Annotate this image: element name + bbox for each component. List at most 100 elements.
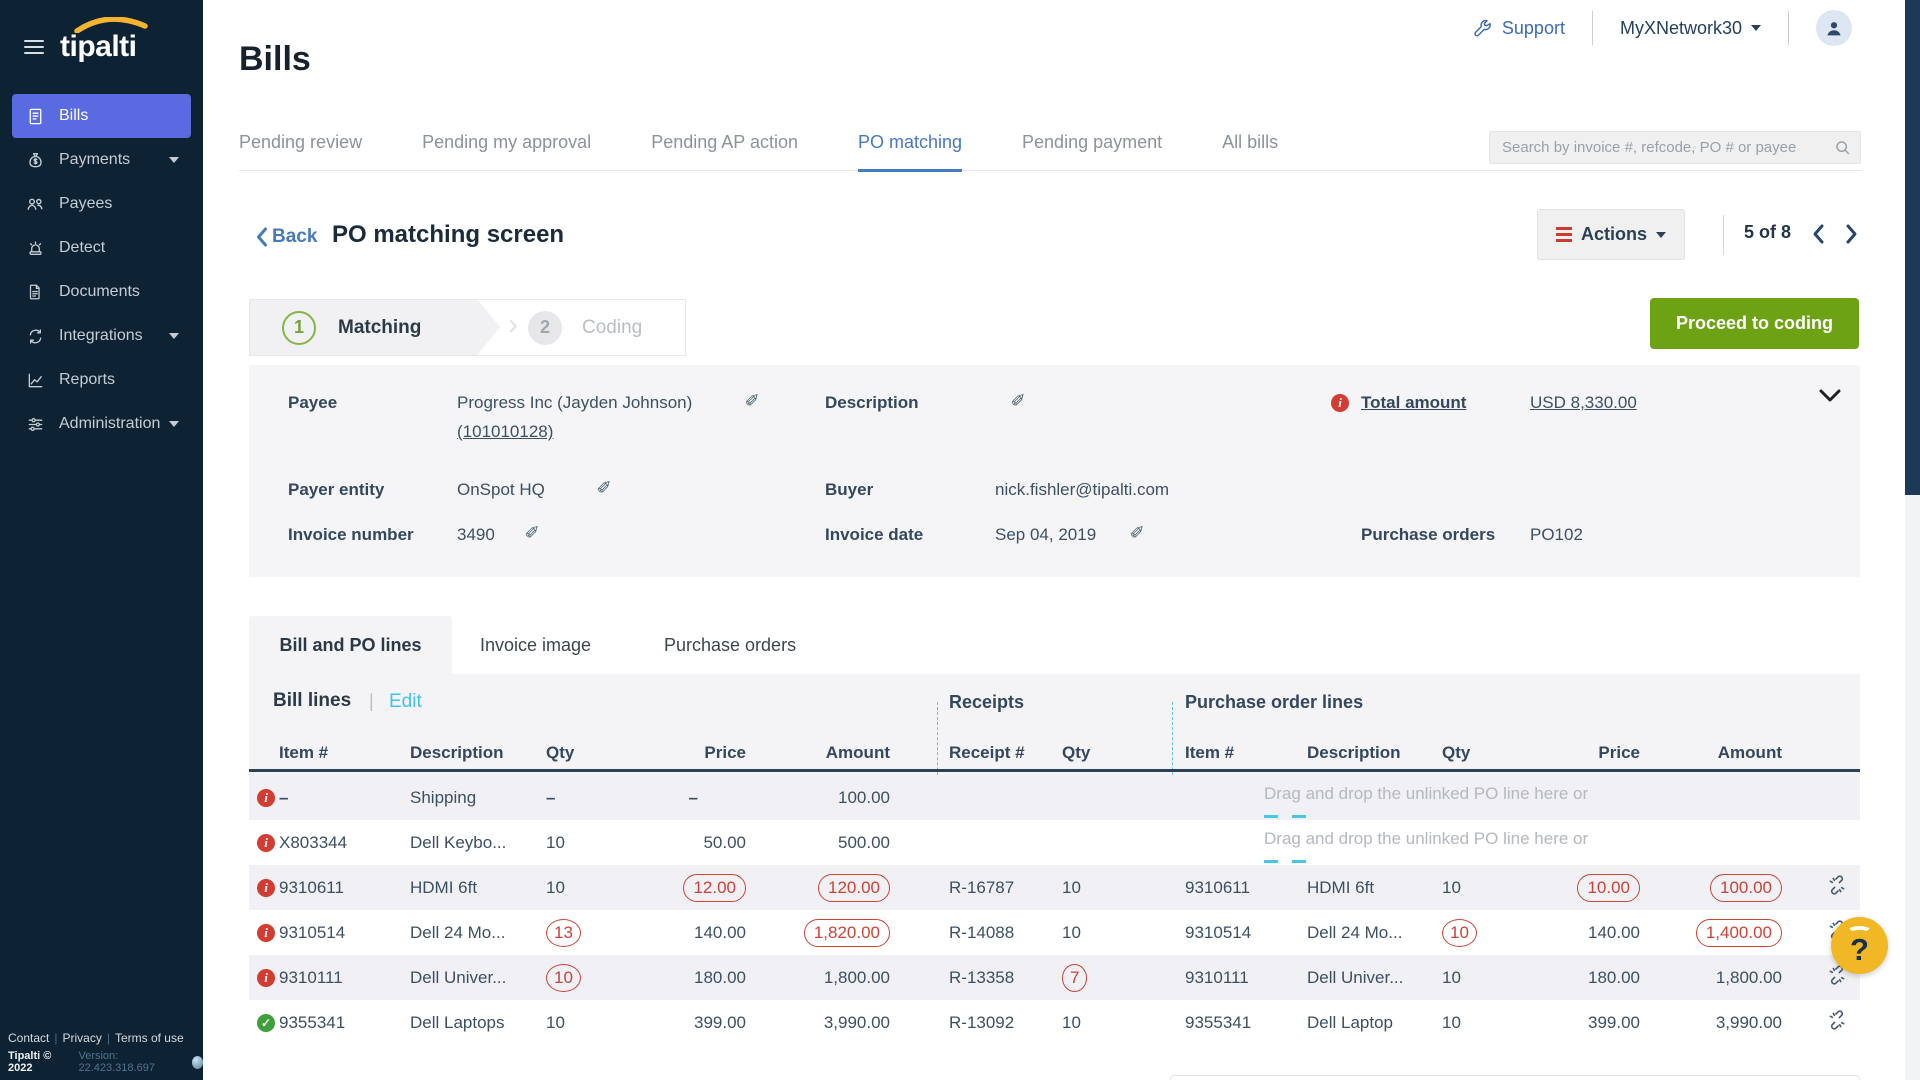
unlink-po-line-icon[interactable]: [1827, 1010, 1849, 1035]
reports-icon: [24, 369, 46, 391]
total-amount-warning-icon[interactable]: [1331, 394, 1349, 412]
actions-label: Actions: [1581, 224, 1647, 245]
buyer-value: nick.fishler@tipalti.com: [995, 480, 1169, 500]
po-description: Dell 24 Mo...: [1307, 923, 1432, 943]
error-icon[interactable]: [257, 789, 275, 807]
error-icon[interactable]: [257, 969, 275, 987]
bill-amount: 100.00: [746, 788, 890, 808]
account-menu[interactable]: MyXNetwork30: [1620, 18, 1761, 39]
drag-drop-hint: Drag and drop the unlinked PO line here …: [1264, 784, 1588, 804]
back-label: Back: [272, 226, 317, 248]
step-matching[interactable]: 1 Matching: [250, 300, 478, 355]
total-amount-value[interactable]: USD 8,330.00: [1530, 393, 1637, 413]
po-description: Dell Laptop: [1307, 1013, 1432, 1033]
chevron-down-icon: [169, 157, 179, 163]
wrench-icon: [1471, 17, 1493, 39]
step-number: 2: [528, 311, 562, 345]
tab-pending-review[interactable]: Pending review: [239, 122, 362, 170]
error-icon[interactable]: [257, 924, 275, 942]
user-avatar[interactable]: [1816, 10, 1852, 46]
po-price: 140.00: [1492, 923, 1640, 943]
invoice-number-value: 3490: [457, 525, 495, 545]
payer-entity-label: Payer entity: [288, 480, 384, 500]
po-drop-zone[interactable]: Drag and drop the unlinked PO line here …: [1189, 775, 1782, 820]
tab-po-matching[interactable]: PO matching: [858, 122, 962, 172]
clipped-link-fragment: [1264, 860, 1306, 863]
tab-pending-my-approval[interactable]: Pending my approval: [422, 122, 591, 170]
error-icon[interactable]: [257, 879, 275, 897]
edit-invoice-date-icon[interactable]: [1128, 524, 1149, 539]
col-po-description: Description: [1307, 743, 1432, 763]
col-po-qty: Qty: [1442, 743, 1492, 763]
sidebar-item-payees[interactable]: Payees: [12, 182, 191, 226]
help-button[interactable]: ?: [1831, 917, 1888, 974]
sidebar-item-administration[interactable]: Administration: [12, 402, 191, 446]
sidebar-item-label: Payees: [59, 195, 112, 213]
receipts-heading: Receipts: [949, 692, 1024, 713]
search-icon[interactable]: [1834, 139, 1852, 157]
tab-pending-payment[interactable]: Pending payment: [1022, 122, 1162, 170]
tab-invoice-image[interactable]: Invoice image: [480, 616, 591, 674]
terms-link[interactable]: Terms of use: [115, 1031, 184, 1045]
menu-icon[interactable]: [24, 40, 44, 54]
sidebar-item-bills[interactable]: Bills: [12, 94, 191, 138]
edit-description-icon[interactable]: [1009, 392, 1030, 407]
search-input[interactable]: [1502, 139, 1834, 156]
po-lines-heading: Purchase order lines: [1185, 692, 1363, 713]
next-bill-button[interactable]: [1840, 220, 1864, 248]
scrollbar-track[interactable]: [1905, 0, 1920, 1080]
sidebar-nav: Bills Payments Payees Detect: [0, 94, 203, 446]
bill-qty: 10: [546, 1013, 598, 1033]
sidebar-item-label: Documents: [59, 283, 140, 301]
tab-bill-and-po-lines[interactable]: Bill and PO lines: [249, 616, 452, 674]
logo-text: tipalti: [60, 30, 137, 63]
bill-qty: –: [546, 788, 598, 808]
screen-title: PO matching screen: [332, 221, 564, 249]
po-item: 9310611: [1185, 878, 1285, 898]
total-amount-label[interactable]: Total amount: [1361, 393, 1466, 413]
collapse-panel-button[interactable]: [1819, 389, 1841, 408]
tab-purchase-orders[interactable]: Purchase orders: [664, 616, 796, 674]
step-coding[interactable]: 2 Coding: [500, 300, 642, 355]
sidebar-item-payments[interactable]: Payments: [12, 138, 191, 182]
wizard-steps: 1 Matching › 2 Coding: [249, 299, 686, 356]
bill-item: 9310111: [279, 968, 405, 988]
actions-menu-icon: [1556, 227, 1572, 242]
support-link[interactable]: Support: [1471, 17, 1565, 39]
search-box: [1489, 131, 1861, 164]
support-label: Support: [1502, 18, 1565, 39]
step-chevron-icon: ›: [508, 308, 518, 342]
invoice-date-value: Sep 04, 2019: [995, 525, 1096, 545]
po-drop-zone[interactable]: Drag and drop the unlinked PO line here …: [1189, 820, 1782, 865]
privacy-link[interactable]: Privacy: [62, 1031, 101, 1045]
receipt-qty-flagged: 7: [1062, 964, 1087, 992]
bill-qty-flagged: 13: [546, 919, 581, 947]
tab-pending-ap-action[interactable]: Pending AP action: [651, 122, 798, 170]
invoice-number-label: Invoice number: [288, 525, 414, 545]
edit-bill-lines-link[interactable]: Edit: [389, 691, 422, 713]
sidebar-item-reports[interactable]: Reports: [12, 358, 191, 402]
proceed-to-coding-button[interactable]: Proceed to coding: [1650, 298, 1859, 349]
edit-payer-entity-icon[interactable]: [595, 479, 616, 494]
scrollbar-thumb[interactable]: [1905, 0, 1920, 495]
edit-payee-icon[interactable]: [743, 392, 764, 407]
error-icon[interactable]: [257, 834, 275, 852]
actions-button[interactable]: Actions: [1537, 209, 1685, 260]
sidebar-item-detect[interactable]: Detect: [12, 226, 191, 270]
buyer-label: Buyer: [825, 480, 873, 500]
success-icon: [257, 1014, 275, 1032]
payee-id-link[interactable]: (101010128): [457, 422, 553, 442]
tab-all-bills[interactable]: All bills: [1222, 122, 1278, 170]
globe-icon[interactable]: [192, 1056, 203, 1069]
back-button[interactable]: Back: [255, 226, 317, 248]
contact-link[interactable]: Contact: [8, 1031, 49, 1045]
previous-bill-button[interactable]: [1806, 220, 1830, 248]
bill-item: –: [279, 788, 405, 808]
sidebar-footer: Contact|Privacy|Terms of use Tipalti © 2…: [0, 1031, 203, 1074]
chevron-left-icon: [1811, 223, 1825, 245]
chevron-down-icon: [1819, 389, 1841, 403]
unlink-po-line-icon[interactable]: [1827, 875, 1849, 900]
edit-invoice-number-icon[interactable]: [523, 524, 544, 539]
sidebar-item-documents[interactable]: Documents: [12, 270, 191, 314]
sidebar-item-integrations[interactable]: Integrations: [12, 314, 191, 358]
